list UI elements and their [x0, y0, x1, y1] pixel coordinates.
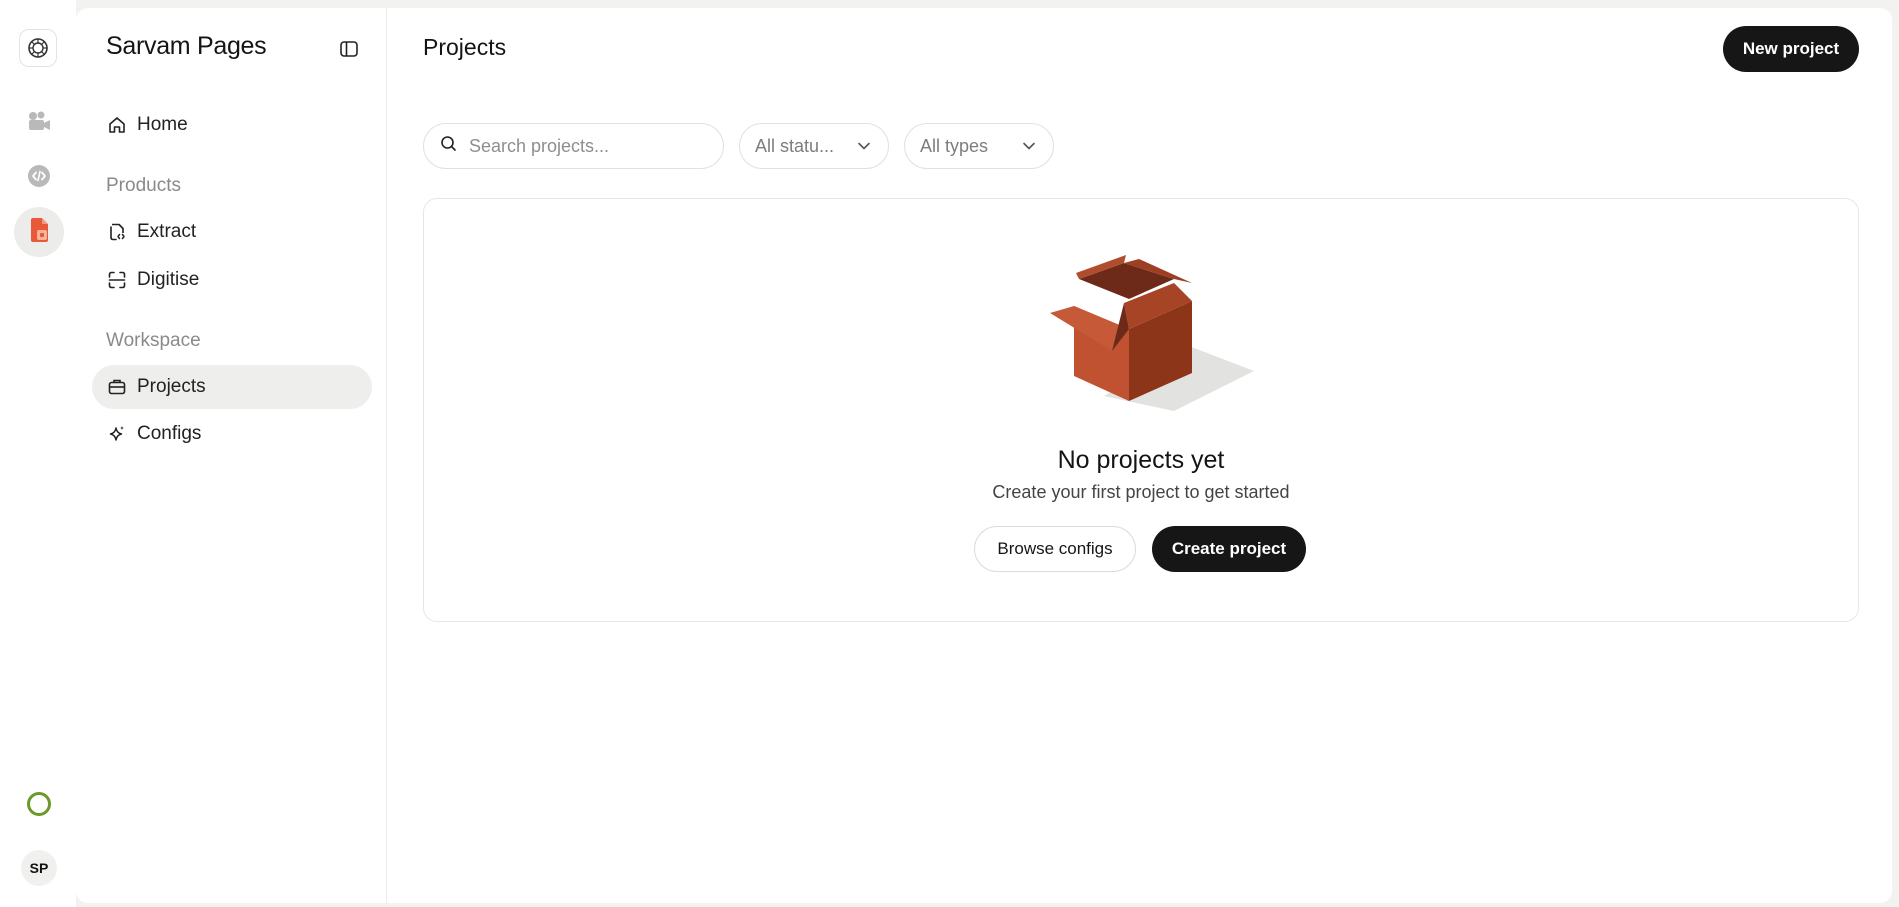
- sidebar-item-label: Configs: [137, 423, 202, 444]
- icon-rail: SP: [0, 0, 76, 907]
- sidebar-item-digitise[interactable]: Digitise: [92, 258, 372, 302]
- sidebar-item-label: Extract: [137, 221, 197, 242]
- sarvam-logo-icon[interactable]: [19, 29, 57, 67]
- home-icon: [106, 114, 128, 136]
- camera-icon: [26, 110, 52, 137]
- status-filter-select[interactable]: All statu...: [739, 123, 889, 169]
- empty-box-icon: [1014, 251, 1264, 421]
- content-area: Projects New project All statu... Al: [387, 8, 1892, 903]
- empty-state-subtitle: Create your first project to get started: [992, 482, 1290, 502]
- sidebar-item-extract[interactable]: Extract: [92, 210, 372, 254]
- main-shell: Sarvam Pages Home Products Extract Digit…: [76, 8, 1892, 903]
- brand-title: Sarvam Pages: [106, 32, 267, 60]
- sidebar: Sarvam Pages Home Products Extract Digit…: [76, 8, 387, 903]
- sidebar-item-configs[interactable]: Configs: [92, 412, 372, 456]
- sidebar-item-projects[interactable]: Projects: [92, 365, 372, 409]
- section-workspace: Workspace: [106, 330, 201, 351]
- sidebar-item-label: Digitise: [137, 269, 200, 290]
- rail-code-button[interactable]: [14, 153, 64, 203]
- search-box[interactable]: [423, 123, 724, 169]
- collapse-sidebar-button[interactable]: [334, 36, 364, 66]
- scan-icon: [106, 269, 128, 291]
- chevron-down-icon: [856, 138, 872, 159]
- sparkle-icon: [106, 423, 128, 445]
- sidebar-toggle-icon: [339, 39, 359, 64]
- sidebar-item-label: Projects: [137, 376, 206, 397]
- pages-doc-icon: [27, 217, 51, 248]
- app-root: SP Sarvam Pages Home Products Extract Di…: [0, 0, 1899, 907]
- chevron-down-icon: [1021, 138, 1037, 159]
- create-project-button[interactable]: Create project: [1152, 526, 1306, 572]
- sidebar-item-label: Home: [137, 114, 188, 135]
- connection-status-icon[interactable]: [27, 792, 51, 816]
- extract-icon: [106, 221, 128, 243]
- status-filter-value: All statu...: [755, 135, 835, 156]
- browse-configs-button[interactable]: Browse configs: [974, 526, 1136, 572]
- section-products: Products: [106, 175, 181, 196]
- search-icon: [440, 135, 457, 157]
- type-filter-value: All types: [920, 135, 989, 156]
- empty-state-card: No projects yet Create your first projec…: [423, 198, 1859, 622]
- avatar[interactable]: SP: [21, 850, 57, 886]
- code-icon: [27, 164, 51, 193]
- type-filter-select[interactable]: All types: [904, 123, 1054, 169]
- briefcase-icon: [106, 376, 128, 398]
- new-project-button[interactable]: New project: [1723, 26, 1859, 72]
- sidebar-item-home[interactable]: Home: [92, 103, 372, 147]
- page-title: Projects: [423, 34, 507, 60]
- rail-pages-button[interactable]: [14, 207, 64, 257]
- empty-state-title: No projects yet: [1057, 446, 1225, 474]
- rail-camera-button[interactable]: [14, 98, 64, 148]
- search-input[interactable]: [467, 134, 711, 158]
